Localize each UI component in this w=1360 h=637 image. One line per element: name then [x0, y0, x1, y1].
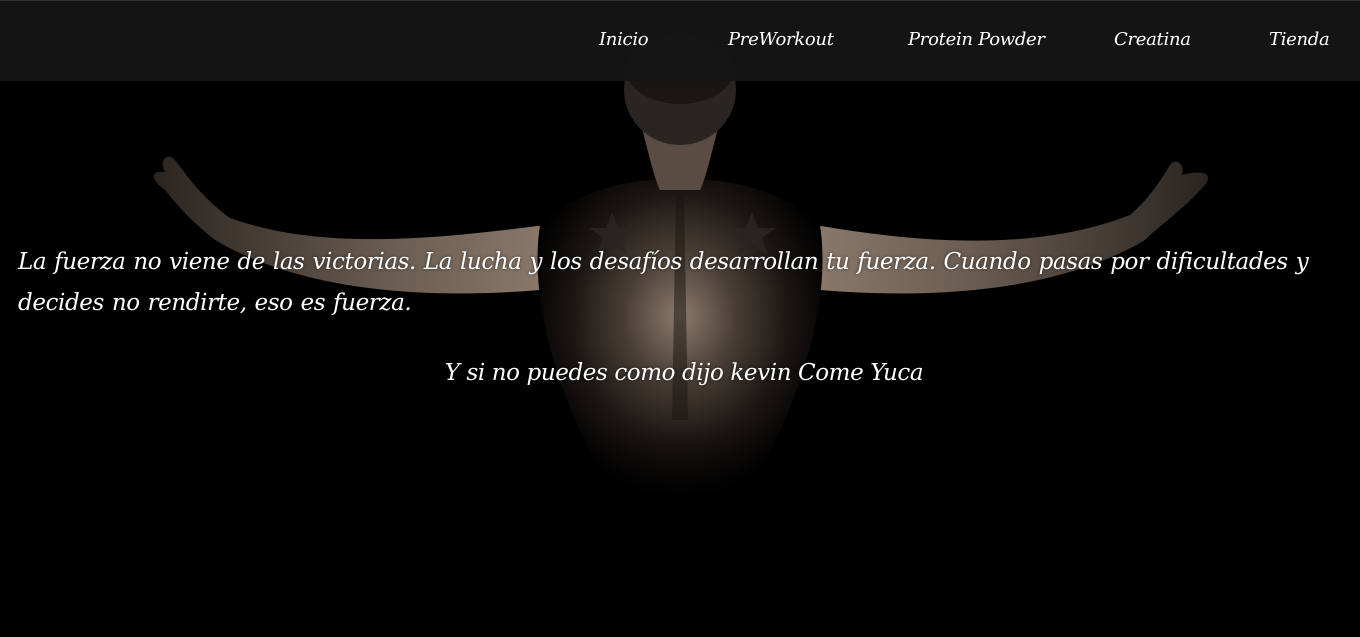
- top-navbar: Inicio PreWorkout Protein Powder Creatin…: [0, 0, 1360, 81]
- nav-preworkout-link[interactable]: PreWorkout: [728, 29, 834, 50]
- hero-quote: La fuerza no viene de las victorias. La …: [18, 249, 1309, 316]
- nav-creatina-link[interactable]: Creatina: [1114, 29, 1191, 50]
- nav-inicio-link[interactable]: Inicio: [599, 29, 649, 50]
- nav-tienda-link[interactable]: Tienda: [1269, 29, 1330, 50]
- hero-tagline: Y si no puedes como dijo kevin Come Yuca: [444, 360, 924, 386]
- nav-protein-powder-link[interactable]: Protein Powder: [908, 29, 1045, 50]
